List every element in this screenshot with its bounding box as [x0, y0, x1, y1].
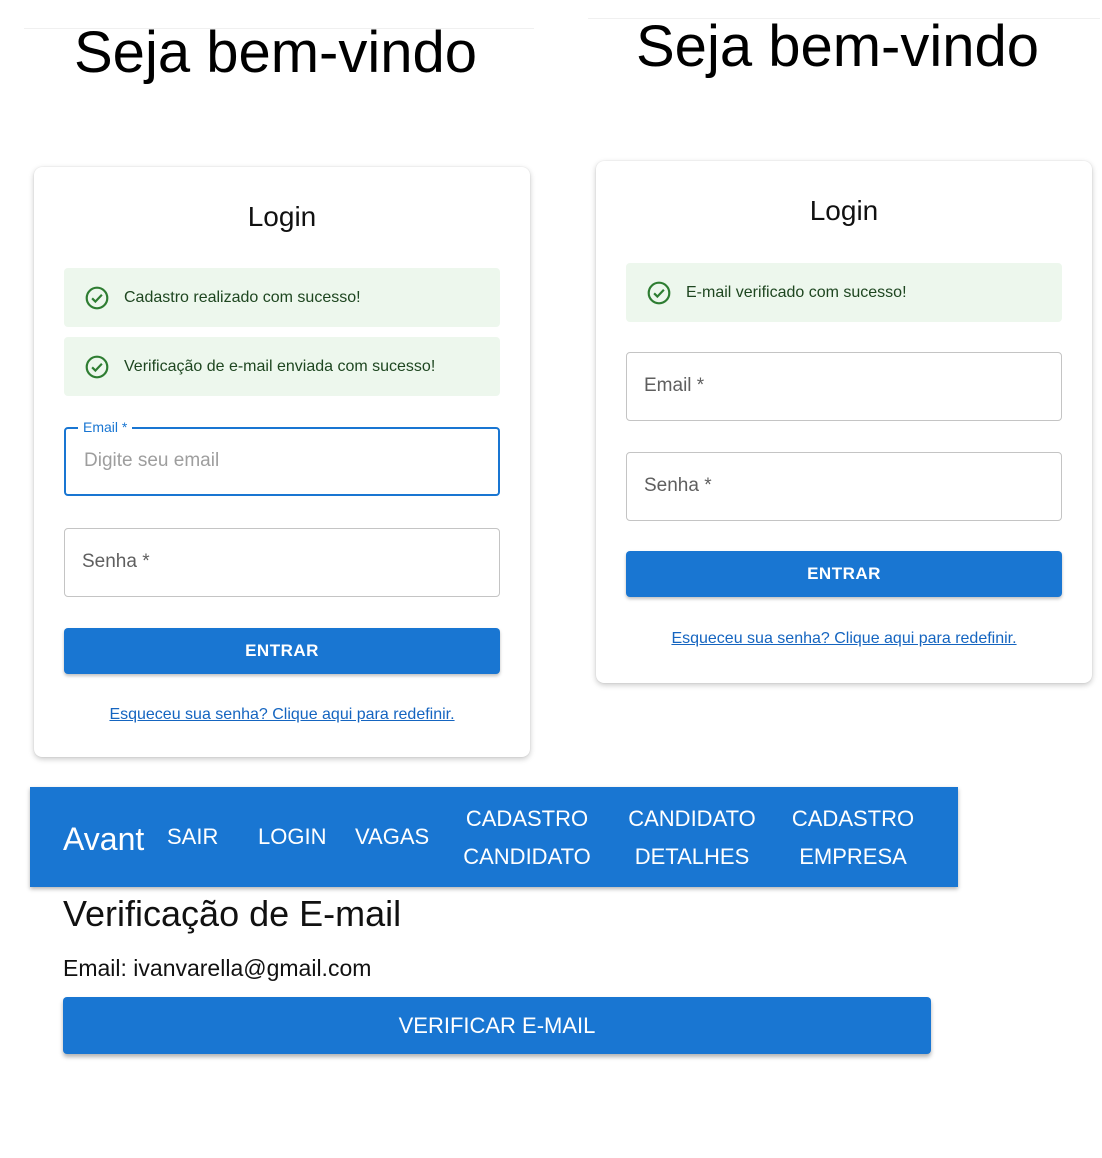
email-field[interactable]: Email * — [64, 419, 500, 496]
nav-item-label: SAIR — [167, 824, 219, 849]
password-label: Senha * — [82, 551, 150, 572]
nav-item-label: VAGAS — [355, 824, 430, 849]
email-field[interactable]: Email * — [626, 352, 1062, 421]
check-circle-outline-icon — [84, 285, 110, 311]
nav-item-cadastro-candidato[interactable]: CADASTRO CANDIDATO — [457, 800, 597, 876]
login-button[interactable]: ENTRAR — [626, 551, 1062, 597]
nav-item-login[interactable]: LOGIN — [258, 818, 326, 856]
page-title: Verificação de E-mail — [63, 893, 402, 934]
check-circle-outline-icon — [646, 280, 672, 306]
top-navbar: Avant SAIR LOGIN VAGAS CADASTRO CANDIDAT… — [30, 787, 958, 887]
login-title: Login — [809, 195, 879, 226]
nav-item-sair[interactable]: SAIR — [167, 818, 218, 856]
brand-logo[interactable]: Avant — [63, 821, 144, 858]
login-card: Login E-mail verificado com sucesso! Ema… — [596, 161, 1092, 683]
email-label: Email * — [644, 375, 705, 396]
welcome-heading: Seja bem-vindo — [74, 20, 477, 85]
forgot-password-link[interactable]: Esqueceu sua senha? Clique aqui para red… — [596, 630, 1092, 648]
nav-item-cadastro-empresa[interactable]: CADASTRO EMPRESA — [783, 800, 923, 876]
welcome-heading: Seja bem-vindo — [636, 14, 1039, 79]
nav-item-label: CANDIDATO — [463, 844, 591, 869]
nav-item-vagas[interactable]: VAGAS — [355, 818, 429, 856]
password-field[interactable]: Senha * — [64, 528, 500, 597]
email-info: Email: ivanvarella@gmail.com — [63, 955, 372, 981]
nav-item-candidato-detalhes[interactable]: CANDIDATO DETALHES — [622, 800, 762, 876]
email-input[interactable] — [82, 449, 486, 473]
nav-item-label: LOGIN — [258, 824, 327, 849]
alert-message: E-mail verificado com sucesso! — [686, 283, 907, 301]
login-button[interactable]: ENTRAR — [64, 628, 500, 674]
success-alert: Verificação de e-mail enviada com sucess… — [64, 337, 500, 396]
success-alert: E-mail verificado com sucesso! — [626, 263, 1062, 322]
alert-message: Verificação de e-mail enviada com sucess… — [124, 357, 436, 375]
nav-item-label: CANDIDATO — [628, 806, 756, 831]
password-label: Senha * — [644, 475, 712, 496]
check-circle-outline-icon — [84, 354, 110, 380]
password-field[interactable]: Senha * — [626, 452, 1062, 521]
nav-item-label: EMPRESA — [799, 844, 907, 869]
forgot-password-link[interactable]: Esqueceu sua senha? Clique aqui para red… — [34, 706, 530, 724]
success-alert: Cadastro realizado com sucesso! — [64, 268, 500, 327]
email-label: Email * — [78, 419, 133, 435]
alert-message: Cadastro realizado com sucesso! — [124, 288, 361, 306]
verify-email-button[interactable]: VERIFICAR E-MAIL — [63, 997, 931, 1054]
nav-item-label: CADASTRO — [465, 806, 589, 831]
nav-item-label: CADASTRO — [791, 806, 915, 831]
login-title: Login — [247, 201, 317, 232]
nav-item-label: DETALHES — [634, 844, 750, 869]
login-card: Login Cadastro realizado com sucesso! Ve… — [34, 167, 530, 757]
